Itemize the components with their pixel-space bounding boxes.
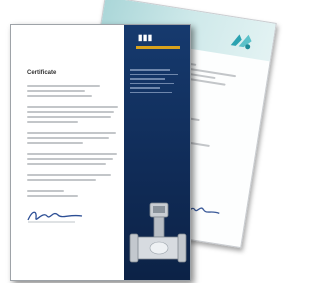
logo-accent-bar	[136, 46, 180, 49]
sidebar-text-block	[130, 69, 180, 96]
signature-icon	[27, 211, 83, 223]
front-document: Certificate ▮▮▮	[10, 24, 191, 281]
brand-sidebar: ▮▮▮	[124, 25, 190, 280]
front-text-block	[27, 85, 120, 200]
company-logo: ▮▮▮	[138, 33, 153, 42]
company-logo-icon	[230, 34, 252, 50]
flowmeter-device-icon	[129, 202, 187, 263]
certificate-title: Certificate	[27, 70, 57, 76]
